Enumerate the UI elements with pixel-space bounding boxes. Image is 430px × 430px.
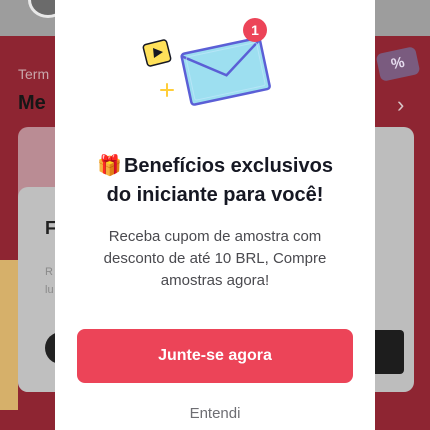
headline-line-2: do iniciante para você! — [106, 184, 324, 206]
product-card-line: R — [45, 266, 53, 278]
modal-description: Receba cupom de amostra com desconto de … — [103, 228, 327, 289]
play-sticker-icon — [142, 39, 172, 67]
product-card-line: lu — [45, 284, 54, 296]
chevron-right-icon: › — [397, 92, 405, 117]
decorative-strip — [0, 260, 18, 410]
dismiss-button[interactable]: Entendi — [55, 405, 375, 422]
envelope-illustration: 1 — [142, 18, 271, 106]
sparkle-icon — [160, 83, 174, 97]
gift-icon: 🎁 — [97, 155, 122, 177]
modal-headline: 🎁 Benefícios exclusivos do iniciante para… — [55, 152, 375, 210]
notification-badge: 1 — [243, 18, 267, 42]
product-image — [370, 330, 404, 374]
section-label: Term — [18, 66, 50, 82]
notification-count: 1 — [251, 22, 259, 38]
section-title: Me — [18, 92, 46, 114]
envelope-icon — [180, 36, 271, 106]
join-now-button[interactable]: Junte-se agora — [77, 329, 353, 383]
onboarding-modal: 1 🎁 Benefícios exclusivos do iniciante pa… — [55, 0, 375, 430]
headline-line-1: Benefícios exclusivos — [123, 155, 333, 177]
